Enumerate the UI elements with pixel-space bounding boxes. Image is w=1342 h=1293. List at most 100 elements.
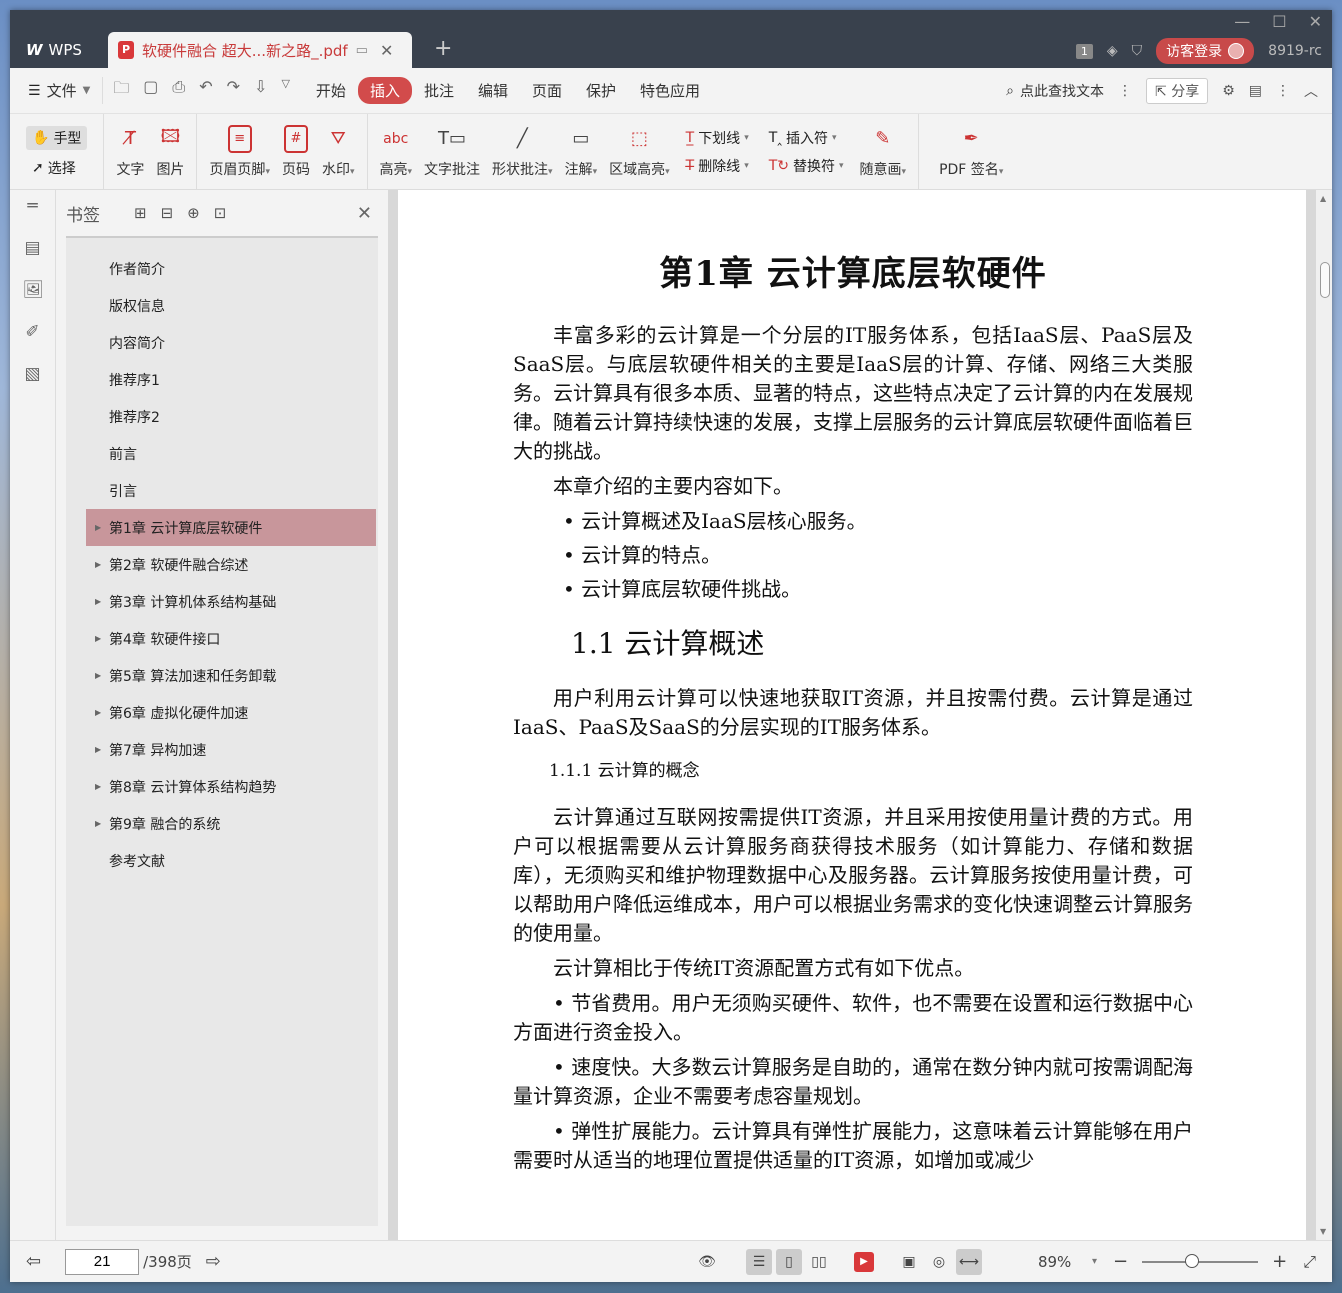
tab-edit[interactable]: 编辑 [466,80,520,101]
file-menu[interactable]: ☰ 文件 ▼ [10,80,102,101]
window-count-badge[interactable]: 1 [1075,43,1093,59]
zoom-slider[interactable] [1142,1253,1259,1268]
eye-protection-icon[interactable]: 👁 [694,1249,720,1275]
page-number-input[interactable] [65,1248,140,1275]
fit-width-icon[interactable]: ⟷ [955,1248,982,1275]
scroll-down-icon[interactable]: ▼ [1320,1227,1326,1236]
bookmark-item[interactable]: ▶ 第1章 云计算底层软硬件 [86,509,376,546]
watermark-button[interactable]: ⛛ 水印▾ [316,125,361,179]
tab-start[interactable]: 开始 [304,80,358,101]
hand-tool-button[interactable]: ✋ 手型 [26,125,88,150]
highlight-button[interactable]: abc 高亮▾ [374,125,419,179]
more-vertical-icon[interactable]: ⋮ [1118,83,1132,99]
bookmark-item[interactable]: 参考文献 [86,842,376,879]
underline-button[interactable]: T̲ 下划线 ▾ [686,128,749,148]
redo-icon[interactable]: ↷ [227,77,240,104]
close-window-icon[interactable]: ✕ [1309,12,1322,31]
close-tab-icon[interactable]: ✕ [380,41,393,60]
insert-image-button[interactable]: 🖾 图片 [150,125,190,179]
expand-triangle-icon[interactable]: ▶ [95,523,101,532]
collapse-handle-icon[interactable]: ═ [23,196,43,216]
single-page-icon[interactable]: ▯ [775,1248,802,1275]
new-tab-icon[interactable]: + [434,36,452,61]
bookmark-item[interactable]: 作者简介 [86,250,376,287]
page-number-button[interactable]: # 页码 [276,124,316,179]
bookmark-list-icon[interactable]: ▤ [23,238,43,258]
text-comment-button[interactable]: T▭ 文字批注 [418,125,486,179]
tab-comment[interactable]: 批注 [412,80,466,101]
signature-panel-icon[interactable]: ▧ [23,364,43,384]
bookmark-item[interactable]: 内容简介 [86,324,376,361]
add-bookmark-icon[interactable]: ⊕ [187,204,200,222]
shirt-icon[interactable]: ⛉ [1132,43,1143,59]
expand-triangle-icon[interactable]: ▶ [95,782,101,791]
continuous-page-icon[interactable]: ☰ [745,1248,772,1275]
bookmark-item[interactable]: 推荐序1 [86,361,376,398]
maximize-icon[interactable]: ☐ [1272,12,1286,31]
expand-triangle-icon[interactable]: ▶ [95,745,101,754]
annotation-list-icon[interactable]: ✐ [23,322,43,342]
bookmark-item[interactable]: ▶ 第6章 虚拟化硬件加速 [86,694,376,731]
collapse-all-icon[interactable]: ⊟ [161,204,174,222]
tab-document[interactable]: P 软硬件融合 超大...新之路_.pdf ▭ ✕ [108,32,412,68]
document-viewport[interactable]: 第1章 云计算底层软硬件 丰富多彩的云计算是一个分层的IT服务体系，包括IaaS… [388,190,1332,1240]
expand-triangle-icon[interactable]: ▶ [95,560,101,569]
print-icon[interactable]: ⎙ [172,77,185,104]
expand-triangle-icon[interactable]: ▶ [95,597,101,606]
expand-all-icon[interactable]: ⊞ [134,204,147,222]
thumbnail-icon[interactable]: 🖼 [23,280,45,300]
replace-mark-button[interactable]: T↻ 替换符 ▾ [769,156,844,176]
bookmark-item[interactable]: 前言 [86,435,376,472]
bookmark-item[interactable]: 推荐序2 [86,398,376,435]
zoom-slider-knob[interactable] [1184,1253,1199,1268]
bookmark-item[interactable]: ▶ 第5章 算法加速和任务卸载 [86,657,376,694]
expand-triangle-icon[interactable]: ▶ [95,819,101,828]
shape-comment-button[interactable]: ╱ 形状批注▾ [486,125,559,179]
pdf-sign-button[interactable]: ✒ PDF 签名▾ [933,125,1009,179]
zoom-out-icon[interactable]: − [1113,1251,1128,1272]
bookmark-item[interactable]: 版权信息 [86,287,376,324]
undo-icon[interactable]: ↶ [199,77,212,104]
tab-wps-home[interactable]: W WPS [16,32,102,68]
header-footer-button[interactable]: ≡ 页眉页脚▾ [203,124,276,179]
more-vertical-icon-2[interactable]: ⋮ [1276,83,1290,99]
zoom-in-icon[interactable]: + [1272,1251,1287,1272]
zoom-value[interactable]: 89% [1038,1253,1078,1271]
tab-insert[interactable]: 插入 [357,77,412,104]
chat-icon[interactable]: ▤ [1249,83,1262,99]
monitor-icon[interactable]: ▭ [356,43,368,58]
expand-triangle-icon[interactable]: ▶ [95,708,101,717]
tab-page[interactable]: 页面 [520,80,574,101]
expand-triangle-icon[interactable]: ▶ [95,671,101,680]
find-text-search[interactable]: ⌕ 点此查找文本 [1006,81,1104,101]
scroll-up-icon[interactable]: ▲ [1320,194,1326,203]
minimize-icon[interactable]: — [1234,12,1250,31]
skin-icon[interactable]: ◈ [1107,43,1118,59]
expand-triangle-icon[interactable]: ▶ [95,634,101,643]
fullscreen-icon[interactable]: ⤢ [1303,1252,1316,1272]
zoom-dropdown-icon[interactable]: ▾ [1092,1256,1097,1267]
export-icon[interactable]: ⇩ [254,77,267,104]
strikethrough-button[interactable]: T̶ 删除线 ▾ [686,156,749,176]
freehand-button[interactable]: ✎ 随意画▾ [854,125,913,179]
bookmark-item[interactable]: ▶ 第3章 计算机体系结构基础 [86,583,376,620]
share-button[interactable]: ⇱ 分享 [1146,77,1209,104]
insert-mark-button[interactable]: T‸ 插入符 ▾ [769,128,844,148]
double-page-icon[interactable]: ▯▯ [806,1249,832,1275]
more-dropdown-icon[interactable]: ▽ [281,77,289,104]
bookmark-item[interactable]: ▶ 第8章 云计算体系结构趋势 [86,768,376,805]
bookmark-item[interactable]: ▶ 第9章 融合的系统 [86,805,376,842]
select-tool-button[interactable]: ➚ 选择 [26,158,87,178]
area-highlight-button[interactable]: ⬚ 区域高亮▾ [603,125,676,179]
close-panel-icon[interactable]: ✕ [357,203,372,224]
open-folder-icon[interactable]: 🗀 [113,77,129,104]
tab-protect[interactable]: 保护 [574,80,628,101]
play-icon[interactable]: ▶ [853,1251,874,1272]
tab-special-apps[interactable]: 特色应用 [628,80,712,101]
bookmark-options-icon[interactable]: ⊡ [214,204,227,222]
annotation-button[interactable]: ▭ 注解▾ [559,125,604,179]
previous-page-icon[interactable]: ⇦ [26,1251,41,1272]
next-page-icon[interactable]: ⇨ [206,1251,221,1272]
gear-icon[interactable]: ⚙ [1222,83,1235,99]
bookmark-item[interactable]: ▶ 第2章 软硬件融合综述 [86,546,376,583]
